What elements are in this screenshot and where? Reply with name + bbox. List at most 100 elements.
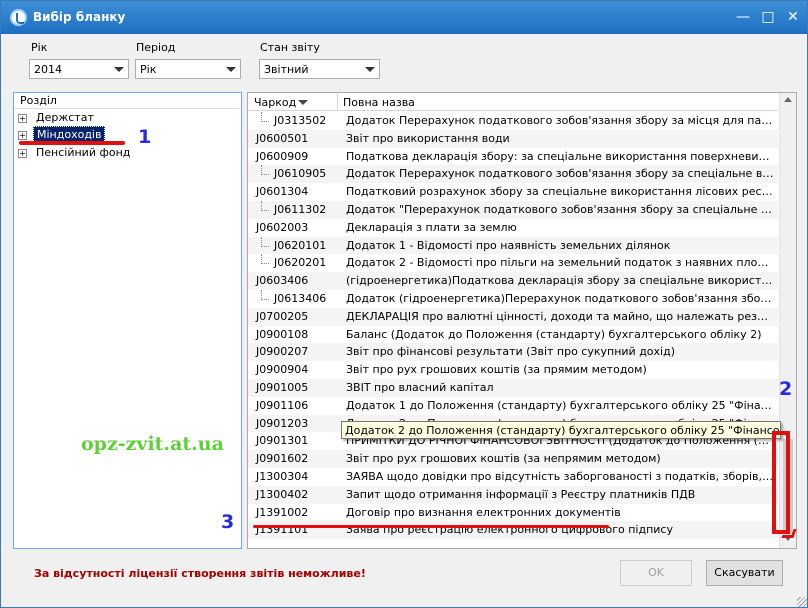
row-name: Баланс (Додаток до Положення (стандарту)… xyxy=(346,327,762,341)
row-code: J1300304 xyxy=(256,470,309,483)
table-row[interactable]: J0603406 (гідроенергетика)Податкова декла… xyxy=(248,272,778,290)
row-code: J0611302 xyxy=(274,203,327,216)
tree-line-icon xyxy=(261,165,269,176)
forms-grid[interactable]: Чаркод Повна назва J0313502 Додаток Перер… xyxy=(247,92,797,549)
title-bar[interactable]: Вибір бланку — □ ✕ xyxy=(1,1,807,34)
row-code: J0900207 xyxy=(256,345,309,359)
cancel-button[interactable]: Скасувати xyxy=(706,560,783,586)
ok-button[interactable]: OK xyxy=(620,560,692,586)
row-code: J0620101 xyxy=(274,238,327,252)
table-row[interactable]: J0620201 Додаток 2 - Відомості про пільги… xyxy=(248,254,778,272)
grid-header: Чаркод Повна назва xyxy=(248,93,778,111)
table-row[interactable]: J0602003 Декларація з плати за землю xyxy=(248,219,778,237)
watermark: opz-zvit.at.ua xyxy=(81,433,224,455)
app-logo-icon xyxy=(10,9,27,26)
year-select[interactable]: 2014 xyxy=(29,59,129,79)
table-row[interactable]: J0610905 Додаток Перерахунок податкового … xyxy=(248,165,778,184)
license-warning: За відсутності ліцензії створення звітів… xyxy=(34,567,366,580)
expand-icon[interactable]: + xyxy=(18,130,27,140)
table-row[interactable]: J1300402 Запит щодо отримання інформації … xyxy=(248,485,778,504)
close-button[interactable]: ✕ xyxy=(782,7,804,27)
table-row[interactable]: J0613406 Додаток (гідроенергетика)Перерах… xyxy=(248,290,778,308)
row-name: Договір про визнання електронних докумен… xyxy=(346,505,621,519)
row-name: Звіт про рух грошових коштів (за прямим … xyxy=(346,363,647,377)
row-code: J0900904 xyxy=(256,363,309,377)
column-divider[interactable] xyxy=(337,93,338,111)
table-row[interactable]: J1300304 ЗАЯВА щодо довідки про відсутніс… xyxy=(248,468,778,486)
row-name: Додаток 2 - Відомості про пільги на земе… xyxy=(346,256,774,270)
table-row[interactable]: J0620101 Додаток 1 - Відомості про наявні… xyxy=(248,236,778,255)
row-code: J0600909 xyxy=(256,149,309,163)
chevron-down-icon xyxy=(114,67,124,72)
row-name: Додаток "Перерахунок податкового зобов'я… xyxy=(346,203,774,216)
row-name: (гідроенергетика)Податкова декларація зб… xyxy=(346,274,774,288)
annotation-underline xyxy=(19,141,125,145)
row-code: J0620201 xyxy=(274,256,327,270)
row-name: Додаток 1 - Відомості про наявність земе… xyxy=(346,238,671,252)
row-code: J1391002 xyxy=(256,505,309,519)
row-code: J0602003 xyxy=(256,220,309,234)
table-row[interactable]: J0611302 Додаток "Перерахунок податкового… xyxy=(248,201,778,219)
table-row[interactable]: J1391002 Договір про визнання електронних… xyxy=(248,504,778,522)
resize-grip-icon[interactable] xyxy=(797,597,807,607)
row-code: J0600501 xyxy=(256,131,309,145)
table-row[interactable]: J0900207 Звіт про фінансові результати (З… xyxy=(248,343,778,362)
row-name: Запит щодо отримання інформації з Реєстр… xyxy=(346,487,696,501)
row-code: J0901203 xyxy=(256,416,309,430)
scroll-up-icon[interactable] xyxy=(784,97,792,102)
table-row[interactable]: J0901106 Додаток 1 до Положення (стандарт… xyxy=(248,397,778,415)
annotation-number-2: 2 xyxy=(779,378,793,400)
period-select[interactable]: Рік xyxy=(135,59,241,79)
table-row[interactable]: J0900108 Баланс (Додаток до Положення (ст… xyxy=(248,326,778,344)
state-label: Стан звіту xyxy=(260,41,320,54)
row-name: Додаток Перерахунок податкового зобов'яз… xyxy=(346,114,774,127)
annotation-underline xyxy=(253,525,609,528)
year-value: 2014 xyxy=(34,63,62,76)
row-name: Додаток 1 до Положення (стандарту) бухга… xyxy=(346,398,774,412)
row-name: Звіт про використання води xyxy=(346,131,510,145)
row-code: J0313502 xyxy=(274,114,327,127)
row-code: J0601304 xyxy=(256,185,309,199)
table-row[interactable]: J0901005 ЗВІТ про власний капітал xyxy=(248,379,778,397)
row-code: J0901602 xyxy=(256,452,309,466)
period-value: Рік xyxy=(140,63,157,76)
column-header-code[interactable]: Чаркод xyxy=(254,96,296,109)
row-code: J0901301 xyxy=(256,434,309,448)
row-code: J0613406 xyxy=(274,292,327,305)
row-code: J0610905 xyxy=(274,167,327,181)
row-code: J0901005 xyxy=(256,381,309,394)
row-code: J0900108 xyxy=(256,327,309,341)
tree-header: Розділ xyxy=(14,93,241,109)
row-name: Декларація з плати за землю xyxy=(346,220,517,234)
chevron-down-icon xyxy=(365,67,375,72)
table-row[interactable]: J0600501 Звіт про використання води xyxy=(248,129,778,148)
row-code: J0603406 xyxy=(256,274,309,288)
row-name: ЗВІТ про власний капітал xyxy=(346,381,494,394)
minimize-button[interactable]: — xyxy=(732,7,754,27)
expand-icon[interactable]: + xyxy=(18,113,27,123)
row-name: Податковий розрахунок збору за спеціальн… xyxy=(346,185,774,199)
tree-node-pension-fund[interactable]: + Пенсійний фонд xyxy=(18,146,133,163)
annotation-number-1: 1 xyxy=(138,126,152,148)
row-tooltip: Додаток 2 до Положення (стандарту) бухга… xyxy=(341,421,781,439)
chevron-down-icon xyxy=(226,67,236,72)
expand-icon[interactable]: + xyxy=(18,148,27,158)
year-label: Рік xyxy=(31,41,48,54)
row-code: J0901106 xyxy=(256,398,309,412)
state-select[interactable]: Звітний xyxy=(259,59,380,79)
column-header-name[interactable]: Повна назва xyxy=(343,96,415,109)
tree-line-icon xyxy=(261,201,269,211)
window-title: Вибір бланку xyxy=(33,10,126,24)
row-name: ДЕКЛАРАЦІЯ про валютні цінності, доходи … xyxy=(346,309,774,323)
table-row[interactable]: J0600909 Податкова декларація збору: за с… xyxy=(248,148,778,166)
tree-line-icon xyxy=(261,290,269,300)
table-row[interactable]: J0601304 Податковий розрахунок збору за с… xyxy=(248,183,778,201)
sort-desc-icon[interactable] xyxy=(298,100,308,105)
table-row[interactable]: J0900904 Звіт про рух грошових коштів (за… xyxy=(248,361,778,379)
section-tree[interactable]: Розділ + Держстат + Міндоходів + Пенсійний … xyxy=(13,92,242,549)
table-row[interactable]: J0313502 Додаток Перерахунок податкового … xyxy=(248,112,778,130)
table-row[interactable]: J0901602 Звіт про рух грошових коштів (за… xyxy=(248,450,778,468)
maximize-button[interactable]: □ xyxy=(757,7,779,27)
table-row[interactable]: J0700205 ДЕКЛАРАЦІЯ про валютні цінності,… xyxy=(248,307,778,326)
annotation-number-3: 3 xyxy=(221,511,235,533)
